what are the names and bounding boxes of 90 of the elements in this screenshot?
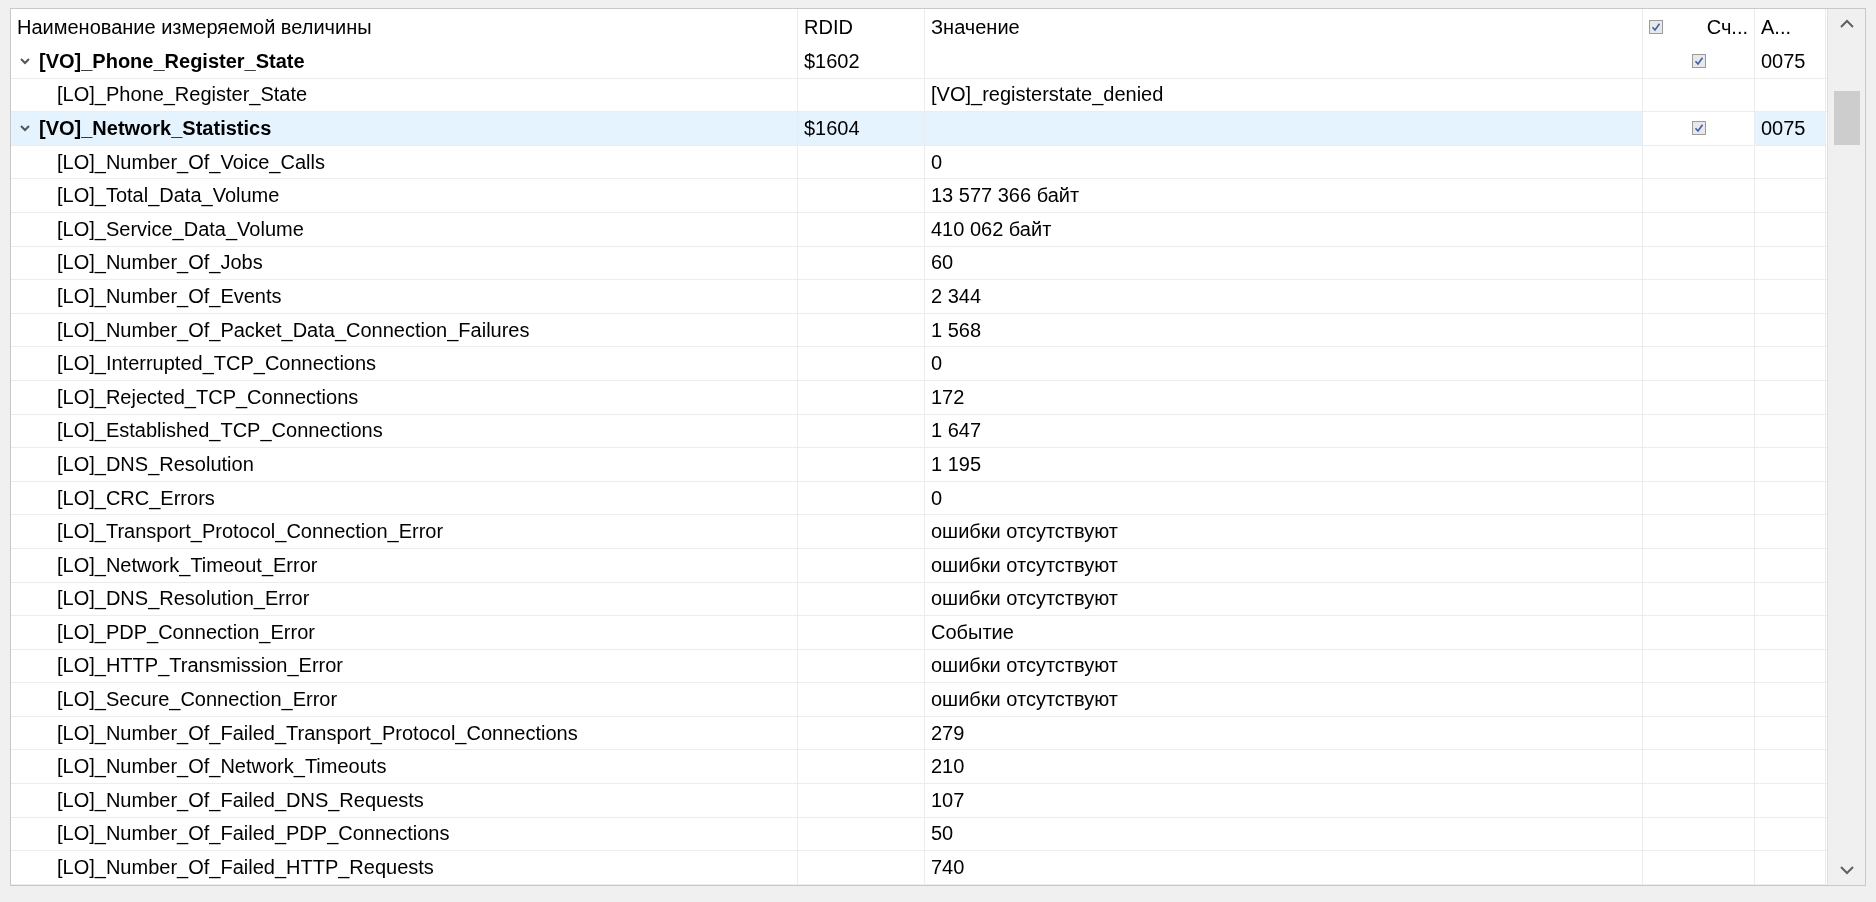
value-cell: ошибки отсутствуют: [925, 649, 1643, 683]
value-cell: 740: [925, 851, 1643, 884]
tree-row[interactable]: [LO]_Network_Timeout_Error ошибки отсутствуют: [11, 548, 1827, 583]
checkbox[interactable]: [1649, 20, 1663, 34]
rdid-cell: $1604: [798, 112, 925, 145]
value-cell: ошибки отсутствуют: [925, 582, 1643, 616]
tree-row[interactable]: [LO]_PDP_Connection_Error Событие: [11, 616, 1827, 650]
scroll-down-icon[interactable]: [1838, 865, 1855, 875]
value-cell: 50: [925, 817, 1643, 851]
item-name: [LO]_Number_Of_Failed_Transport_Protocol_Connections: [11, 716, 798, 750]
value-cell: Событие: [925, 616, 1643, 649]
code-cell: 0075: [1755, 45, 1826, 78]
value-cell: 0: [925, 347, 1643, 380]
item-name: [LO]_DNS_Resolution_Error: [11, 582, 798, 616]
tree-row[interactable]: [LO]_HTTP_Transmission_Error ошибки отсутствуют: [11, 649, 1827, 684]
value-cell: 210: [925, 750, 1643, 784]
item-name: [LO]_Total_Data_Volume: [11, 179, 798, 212]
scrollbar[interactable]: [1827, 9, 1865, 885]
item-name: [LO]_Secure_Connection_Error: [11, 683, 798, 716]
scroll-up-icon[interactable]: [1838, 19, 1855, 29]
tree-row[interactable]: [LO]_CRC_Errors 0: [11, 481, 1827, 516]
value-cell: [VO]_registerstate_denied: [925, 78, 1643, 112]
item-name: [LO]_PDP_Connection_Error: [11, 616, 798, 649]
tree-row[interactable]: [LO]_Number_Of_Jobs 60: [11, 246, 1827, 281]
item-name: [LO]_Number_Of_Failed_DNS_Requests: [11, 784, 798, 817]
value-cell: 107: [925, 784, 1643, 817]
item-name: [LO]_CRC_Errors: [11, 481, 798, 515]
tree-row[interactable]: [LO]_Rejected_TCP_Connections 172: [11, 380, 1827, 415]
item-name: [LO]_Number_Of_Jobs: [11, 246, 798, 280]
tree-row[interactable]: [LO]_Total_Data_Volume 13 577 366 байт: [11, 179, 1827, 213]
tree-row[interactable]: [LO]_Secure_Connection_Error ошибки отсутствуют: [11, 683, 1827, 717]
tree-row[interactable]: [LO]_Number_Of_Failed_DNS_Requests 107: [11, 784, 1827, 818]
column-label: Сч...: [1706, 15, 1748, 39]
value-cell: 1 647: [925, 414, 1643, 448]
column-header[interactable]: А...: [1755, 9, 1826, 45]
value-cell: 60: [925, 246, 1643, 280]
item-name: [LO]_Number_Of_Voice_Calls: [11, 145, 798, 179]
checkbox[interactable]: [1691, 121, 1706, 136]
item-name: [LO]_Transport_Protocol_Connection_Error: [11, 515, 798, 548]
tree-row[interactable]: [LO]_Number_Of_Packet_Data_Connection_Failures 1 568: [11, 313, 1827, 348]
tree-row[interactable]: [LO]_Number_Of_Events 2 344: [11, 280, 1827, 314]
item-name: [LO]_DNS_Resolution: [11, 448, 798, 481]
item-name: [LO]_Number_Of_Failed_PDP_Connections: [11, 817, 798, 851]
tree-row[interactable]: [LO]_Transport_Protocol_Connection_Error ошибки отсутствуют: [11, 515, 1827, 549]
tree-row[interactable]: [LO]_Interrupted_TCP_Connections 0: [11, 347, 1827, 381]
tree-row[interactable]: [LO]_Number_Of_Failed_PDP_Connections 50: [11, 817, 1827, 852]
item-name: [LO]_Established_TCP_Connections: [11, 414, 798, 448]
value-cell: 13 577 366 байт: [925, 179, 1643, 212]
column-header[interactable]: RDID: [798, 9, 925, 45]
item-name: [LO]_Number_Of_Packet_Data_Connection_Failures: [11, 313, 798, 347]
group-name: [VO]_Network_Statistics: [39, 117, 272, 140]
tree-row[interactable]: [LO]_Service_Data_Volume 410 062 байт: [11, 212, 1827, 247]
tree-row[interactable]: [LO]_Number_Of_Network_Timeouts 210: [11, 750, 1827, 785]
tree-row[interactable]: [LO]_Number_Of_Failed_HTTP_Requests 740: [11, 851, 1827, 885]
value-cell: 172: [925, 380, 1643, 414]
tree-row[interactable]: [LO]_DNS_Resolution 1 195: [11, 448, 1827, 482]
tree-row[interactable]: [LO]_DNS_Resolution_Error ошибки отсутствуют: [11, 582, 1827, 617]
value-cell: 279: [925, 716, 1643, 750]
chevron-down-icon[interactable]: [19, 57, 31, 66]
item-name: [LO]_Interrupted_TCP_Connections: [11, 347, 798, 380]
tree-row[interactable]: [LO]_Number_Of_Failed_Transport_Protocol_Connections 279: [11, 716, 1827, 751]
value-cell: 1 195: [925, 448, 1643, 481]
value-cell: 0: [925, 145, 1643, 179]
code-cell: 0075: [1755, 112, 1826, 145]
checkbox[interactable]: [1691, 54, 1706, 69]
value-cell: 2 344: [925, 280, 1643, 313]
scrollbar-thumb[interactable]: [1833, 91, 1860, 145]
group-name: [VO]_Phone_Register_State: [39, 49, 305, 73]
item-name: [LO]_Number_Of_Failed_HTTP_Requests: [11, 851, 798, 884]
item-name: [LO]_Number_Of_Events: [11, 280, 798, 313]
item-name: [LO]_Phone_Register_State: [11, 78, 798, 112]
rdid-cell: $1602: [798, 45, 925, 78]
chevron-down-icon[interactable]: [19, 124, 31, 133]
item-name: [LO]_Service_Data_Volume: [11, 212, 798, 246]
tree-row[interactable]: [VO]_Phone_Register_State $1602 0075: [11, 45, 1827, 79]
item-name: [LO]_Rejected_TCP_Connections: [11, 380, 798, 414]
value-cell: ошибки отсутствуют: [925, 515, 1643, 548]
value-cell: 410 062 байт: [925, 212, 1643, 246]
tree-row[interactable]: [LO]_Number_Of_Voice_Calls 0: [11, 145, 1827, 180]
tree-row[interactable]: [VO]_Network_Statistics $1604 0075: [11, 112, 1827, 146]
value-cell: ошибки отсутствуют: [925, 548, 1643, 582]
item-name: [LO]_Number_Of_Network_Timeouts: [11, 750, 798, 784]
column-header[interactable]: Наименование измеряемой величины: [11, 9, 798, 45]
tree-row[interactable]: [LO]_Established_TCP_Connections 1 647: [11, 414, 1827, 449]
value-cell: 1 568: [925, 313, 1643, 347]
item-name: [LO]_Network_Timeout_Error: [11, 548, 798, 582]
item-name: [LO]_HTTP_Transmission_Error: [11, 649, 798, 683]
value-cell: ошибки отсутствуют: [925, 683, 1643, 716]
column-header[interactable]: Значение: [925, 9, 1643, 45]
value-cell: 0: [925, 481, 1643, 515]
